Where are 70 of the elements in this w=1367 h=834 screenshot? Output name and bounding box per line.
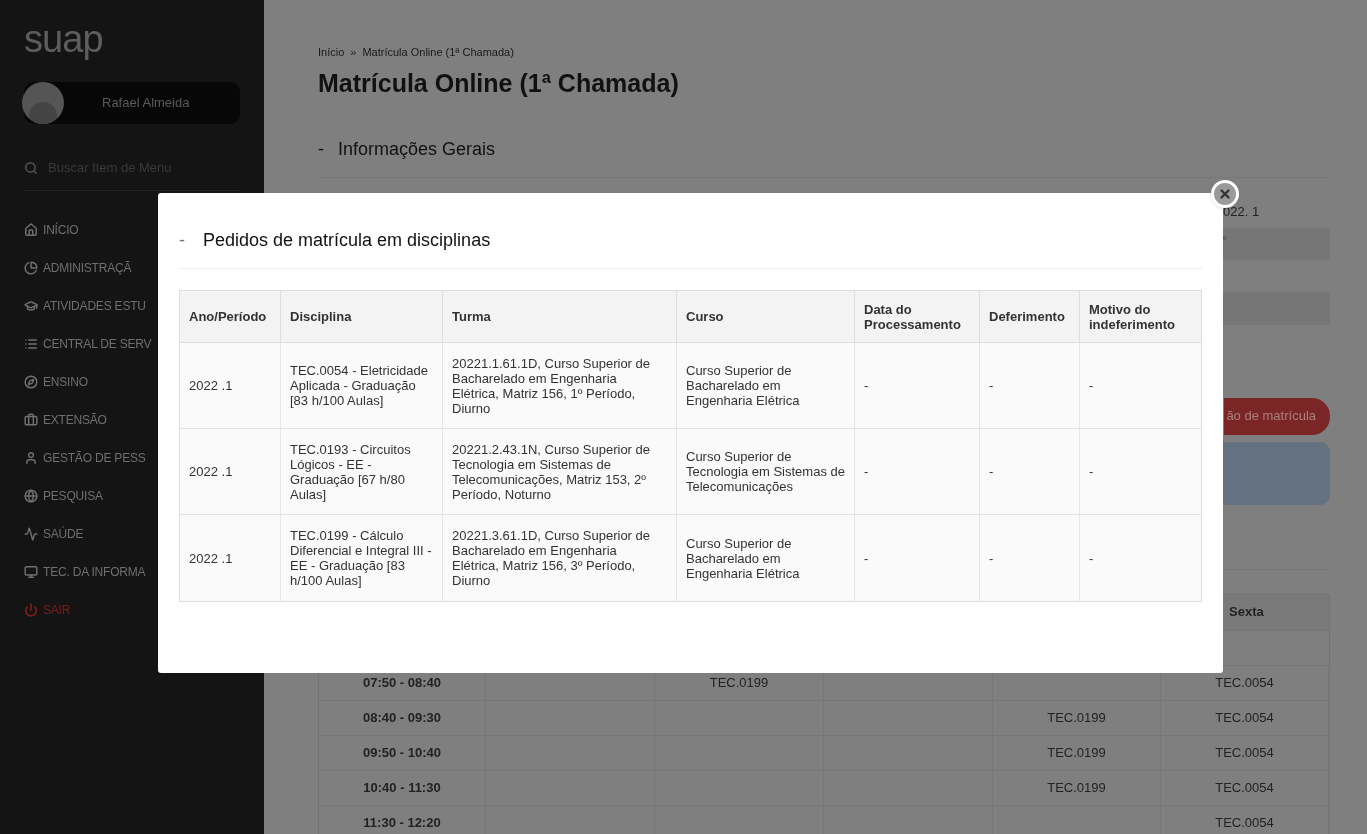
table-cell-text: TEC.0199 [709, 673, 769, 692]
table-cell-text: TEC.0054 - Eletricidade Aplicada - Graduação [83 h/100 Aulas] [290, 363, 429, 408]
table-cell-text: Curso Superior de Bacharelado em Engenharia Elétrica [686, 535, 801, 581]
table-cell-text: TEC.0054 [1215, 673, 1274, 692]
table-cell: - [1089, 550, 1094, 566]
chart-icon [24, 260, 38, 275]
user-icon [24, 450, 38, 465]
menu-item[interactable]: PESQUISA [24, 476, 240, 515]
monitor-icon [24, 564, 38, 579]
logout-icon [24, 602, 38, 617]
column-header: Motivo do indeferimento [1088, 300, 1176, 334]
table-cell: - [864, 550, 869, 566]
section-marker: - [318, 138, 324, 161]
globe-icon [24, 488, 38, 503]
table-cell-text: TEC.0054 [1215, 813, 1274, 832]
action-button[interactable]: ão de matrícula [1224, 397, 1330, 435]
table-cell-text: 20221.1.61.1D, Curso Superior de Bacharelado em Engenharia Elétrica, Matriz 156, 1º Período, Diurno [452, 355, 651, 416]
table-cell-text: TEC.0199 [1047, 778, 1106, 797]
table-cell-text: TEC.0199 [1047, 708, 1106, 727]
table-cell: 2022 .1 [189, 550, 233, 566]
avatar-icon [22, 82, 64, 124]
table-cell: - [989, 550, 994, 566]
table-cell-text: TEC.0054 [1215, 778, 1274, 797]
health-icon [24, 526, 38, 541]
breadcrumb-separator: » [350, 45, 357, 60]
time-cell: 11:30 - 12:20 [319, 805, 486, 834]
time-cell: 09:50 - 10:40 [319, 735, 486, 770]
table-cell: - [1089, 378, 1094, 393]
time-cell: 08:40 - 09:30 [319, 700, 486, 735]
table-cell: 2022 .1 [189, 464, 233, 479]
cap-icon [24, 298, 38, 313]
menu-item[interactable]: SAÚDE [24, 514, 240, 553]
menu-item[interactable]: EXTENSÃO [24, 400, 240, 439]
table-cell-text: TEC.0199 [1047, 743, 1106, 762]
table-cell-text: TEC.0054 [1215, 708, 1274, 727]
time-cell: 10:40 - 11:30 [319, 770, 486, 805]
table-cell: TEC.0199 - Cálculo Diferencial e Integral III - EE - Graduação [83 h/100 Aulas] [290, 528, 433, 588]
table-cell: - [989, 378, 994, 393]
table-cell-text: 20221.3.61.1D, Curso Superior de Bacharelado em Engenharia Elétrica, Matriz 156, 3º Período, Diurno [452, 528, 651, 588]
table-cell: 2022 .1 [189, 378, 233, 393]
table-cell-text: TEC.0054 [1215, 743, 1274, 762]
column-header: Disciplina [281, 291, 443, 342]
column-header: Curso [677, 291, 855, 342]
column-header: Deferimento [980, 291, 1080, 342]
search-icon [24, 160, 38, 175]
column-header: Data do Processamento [855, 291, 980, 342]
page-title: Matrícula Online (1ª Chamada) [318, 67, 680, 99]
close-icon [1218, 187, 1232, 201]
table-cell-text: Curso Superior de Bacharelado em Engenharia Elétrica [686, 363, 801, 408]
table-cell-text: 20221.2.43.1N, Curso Superior de Tecnologia em Sistemas de Telecomunicações, Matriz 153, 2º Período, Noturno [452, 441, 651, 502]
table-cell: - [864, 378, 869, 393]
table-cell: Curso Superior de Tecnologia em Sistemas de Telecomunicações [686, 449, 845, 494]
column-header: Turma [443, 291, 677, 342]
home-icon [24, 222, 38, 237]
table-cell: - [864, 464, 869, 479]
breadcrumb-current: Matrícula Online (1ª Chamada) [362, 45, 514, 60]
period-value: 022. 1 [1223, 203, 1261, 221]
list-icon [24, 336, 38, 351]
close-button[interactable] [1211, 180, 1239, 208]
logo[interactable]: suap [24, 20, 240, 58]
column-header: Ano/Período [180, 291, 281, 342]
table-cell: - [989, 464, 994, 479]
breadcrumb-link[interactable]: Início [318, 44, 345, 61]
table-cell-text: TEC.0193 - Circuitos Lógicos - EE - Graduação [67 h/80 Aulas] [290, 441, 412, 502]
briefcase-icon [24, 412, 38, 427]
table-header: Sexta [1228, 603, 1265, 622]
compass-icon [24, 374, 38, 389]
section-title: Informações Gerais [338, 138, 496, 161]
table-cell: - [1089, 464, 1094, 479]
user-pill[interactable]: Rafael Almeida [24, 82, 240, 124]
